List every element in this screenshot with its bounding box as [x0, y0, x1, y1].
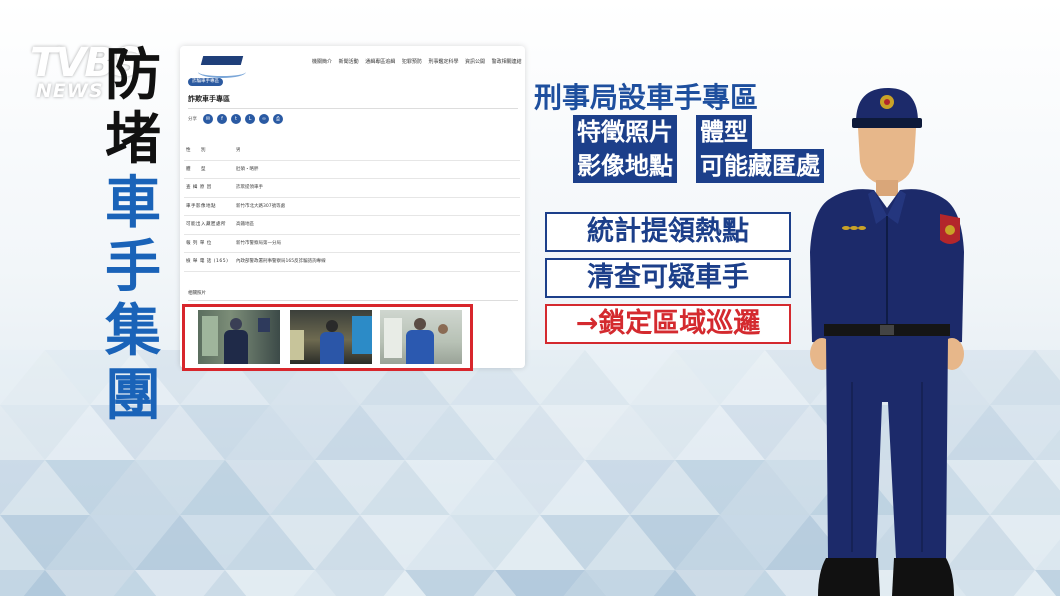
suspect-photo[interactable]: [198, 310, 280, 364]
headline-char: 防: [105, 43, 161, 108]
feature-tag: 體型: [696, 115, 752, 149]
info-value: 新竹市警察局第一分局: [236, 240, 281, 246]
info-row: 性 別男: [184, 142, 520, 161]
info-value: 肚碩・略胖: [236, 166, 259, 172]
site-nav: 機關簡介 新聞活動 通緝專區追緝 犯罪預防 刑事鑑定科學 資訊公開 警政相關連結: [312, 58, 525, 65]
twitter-icon[interactable]: t: [231, 114, 241, 124]
line-icon[interactable]: L: [245, 114, 255, 124]
logo-sub-text: NEWS: [36, 80, 104, 102]
action-box: 統計提領熱點: [545, 212, 791, 252]
divider: [188, 300, 518, 301]
print-icon[interactable]: ⎙: [273, 114, 283, 124]
headline-char: 集: [105, 299, 161, 364]
share-label: 分享: [188, 117, 197, 122]
info-value: 新竹市北大路307號等處: [236, 203, 286, 209]
mail-icon[interactable]: ✉: [203, 114, 213, 124]
suspect-photos-highlight: [182, 304, 473, 371]
info-label: 查 緝 原 因: [186, 185, 212, 190]
nav-item[interactable]: 新聞活動: [339, 59, 359, 65]
headline-char: 車: [105, 171, 161, 236]
rank-insignia-icon: [842, 226, 866, 230]
nav-item[interactable]: 刑事鑑定科學: [428, 59, 458, 65]
info-row: 體 型 肚碩・略胖: [184, 161, 520, 179]
info-value: 男: [236, 148, 241, 153]
info-value: 高鐵地區: [236, 222, 254, 227]
shoulder-patch-icon: [940, 214, 960, 244]
photos-label: 相關照片: [188, 291, 206, 296]
action-box-highlight: →鎖定區域巡邏: [545, 304, 791, 344]
nav-item[interactable]: 警政相關連結: [492, 59, 522, 65]
info-row: 報 列 單 位 新竹市警察局第一分局: [184, 235, 520, 253]
headline-char: 團: [105, 363, 161, 428]
link-icon[interactable]: ∞: [259, 114, 269, 124]
info-label: 性 別: [186, 148, 206, 153]
right-title: 刑事局設車手專區: [534, 81, 759, 114]
share-bar: 分享 ✉ f t L ∞ ⎙: [188, 114, 287, 124]
info-row: 查 緝 原 因 詐欺提領車手: [184, 179, 520, 198]
info-row: 可能出入藏匿處所 高鐵地區: [184, 216, 520, 235]
feature-tag: 影像地點: [573, 149, 677, 183]
face: [858, 128, 916, 186]
info-row: 檢 舉 電 話 (165) 內政部警政署刑事警察局165反詐騙諮詢專線: [184, 253, 520, 272]
nav-item[interactable]: 通緝專區追緝: [365, 59, 395, 65]
cib-site-logo[interactable]: [198, 52, 246, 78]
info-label: 可能出入藏匿處所: [186, 222, 226, 227]
action-box: 清查可疑車手: [545, 258, 791, 298]
headline-char: 手: [105, 235, 161, 300]
left-shoe: [818, 558, 880, 596]
info-row: 車手影像地點 新竹市北大路307號等處: [184, 198, 520, 216]
suspect-photo[interactable]: [380, 310, 462, 364]
facebook-icon[interactable]: f: [217, 114, 227, 124]
vertical-headline: 防 堵 車 手 集 團: [98, 44, 168, 428]
nav-item[interactable]: 機關簡介: [312, 59, 332, 65]
info-label: 報 列 單 位: [186, 240, 212, 246]
info-table: 性 別 男 體 型 肚碩・略胖 查 緝 原 因 詐欺提領車手 車手影像地點 新竹市北大路…: [184, 142, 520, 272]
uniform-trousers: [826, 336, 948, 558]
police-officer-illustration: [810, 88, 964, 596]
divider: [188, 108, 518, 109]
info-label: 檢 舉 電 話 (165): [186, 259, 229, 264]
breadcrumb[interactable]: 詐騙車手專區: [188, 78, 223, 86]
page-title: 詐欺車手專區: [188, 95, 230, 103]
info-label: 車手影像地點: [186, 203, 216, 209]
nav-item[interactable]: 資訊公開: [465, 59, 485, 65]
nav-item[interactable]: 犯罪預防: [402, 59, 422, 65]
suspect-photo[interactable]: [290, 310, 372, 364]
headline-char: 堵: [105, 107, 161, 172]
info-value: 內政部警政署刑事警察局165反詐騙諮詢專線: [236, 259, 326, 264]
feature-tag: 特徵照片: [573, 115, 677, 149]
info-value: 詐欺提領車手: [236, 185, 263, 190]
info-label: 體 型: [186, 166, 206, 172]
right-shoe: [892, 558, 954, 596]
